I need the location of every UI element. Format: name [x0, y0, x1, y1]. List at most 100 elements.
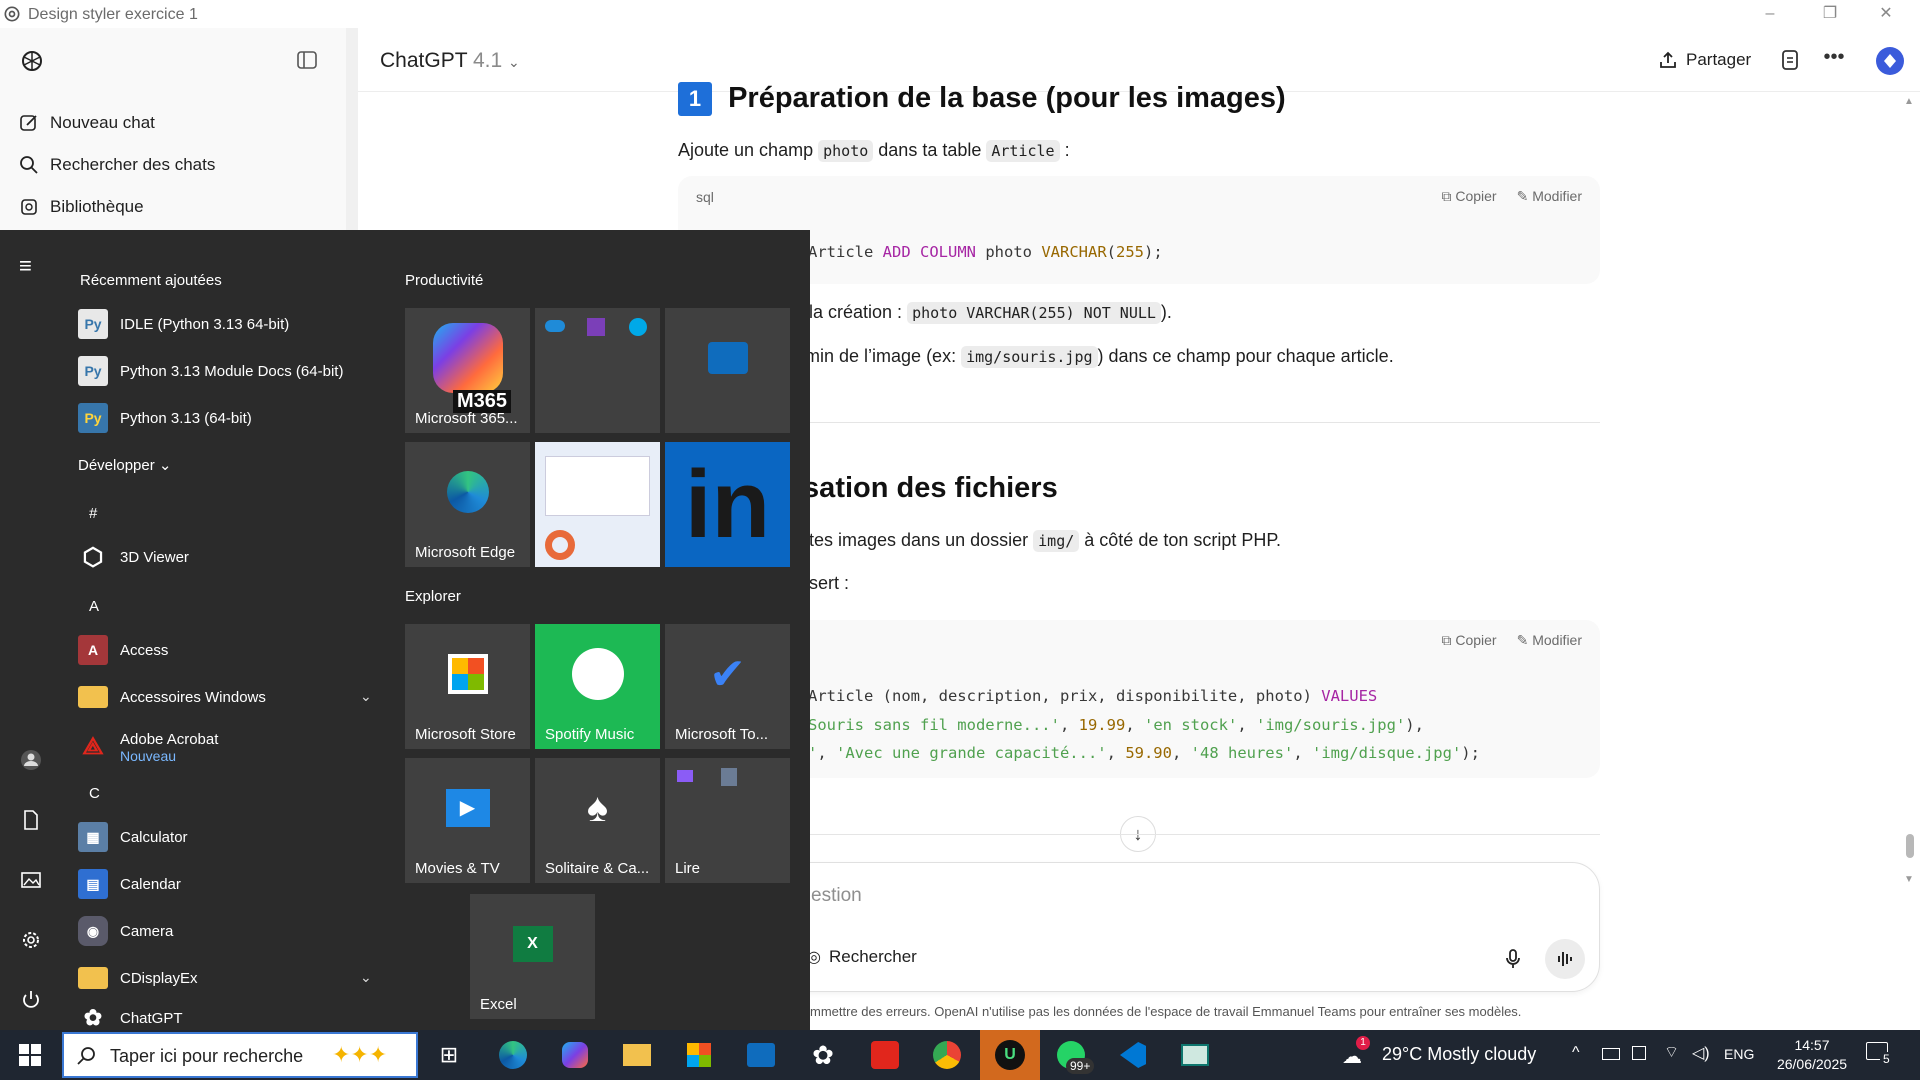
weather-text[interactable]: 29°C Mostly cloudy [1382, 1044, 1536, 1065]
chatgpt-taskbar-icon[interactable]: ✿ [806, 1038, 840, 1072]
vscode-taskbar-icon[interactable] [1116, 1038, 1150, 1072]
chevron-down-icon[interactable]: ⌄ [360, 969, 372, 986]
settings-gear-icon[interactable] [19, 928, 43, 952]
pictures-icon[interactable] [19, 868, 43, 892]
minimize-button[interactable]: – [1750, 2, 1790, 26]
sidebar-toggle-icon[interactable] [296, 50, 318, 70]
app-item-camera[interactable]: ◉ Camera [78, 911, 173, 951]
tile-solitaire[interactable]: ♠ Solitaire & Ca... [535, 758, 660, 883]
taskbar-search-box[interactable]: Taper ici pour recherche ✦✦✦ [62, 1032, 418, 1078]
app-item-3d-viewer[interactable]: ⬡ 3D Viewer [78, 537, 189, 577]
weather-cloud-icon[interactable]: ☁ [1342, 1044, 1362, 1069]
wifi-icon[interactable]: ⌔ [1664, 1042, 1679, 1062]
openai-logo-icon[interactable] [19, 48, 45, 74]
app-item-access[interactable]: A Access [78, 630, 168, 670]
scroll-down-arrow[interactable]: ▼ [1904, 874, 1914, 885]
tile-microsoft-store[interactable]: Microsoft Store [405, 624, 530, 749]
app-item-python-docs[interactable]: Py Python 3.13 Module Docs (64-bit) [78, 351, 343, 391]
battery-icon[interactable] [1602, 1048, 1620, 1060]
user-icon[interactable] [19, 748, 43, 772]
windows-start-button[interactable] [0, 1030, 60, 1080]
app-item-python[interactable]: Py Python 3.13 (64-bit) [78, 398, 252, 438]
microphone-icon[interactable] [1501, 947, 1525, 971]
outlook-taskbar-icon[interactable] [744, 1038, 778, 1072]
sidebar-scrollbar[interactable] [346, 28, 358, 232]
notification-center-icon[interactable]: 5 [1866, 1042, 1896, 1068]
sidebar-item-library[interactable]: Bibliothèque [18, 192, 144, 222]
scroll-up-arrow[interactable]: ▲ [1904, 96, 1914, 107]
intellij-taskbar-icon[interactable]: U [993, 1038, 1027, 1072]
chat-scrollbar[interactable]: ▲ ▼ [1898, 92, 1920, 1032]
tile-linkedin[interactable]: in [665, 442, 790, 567]
tile-microsoft-edge[interactable]: Microsoft Edge [405, 442, 530, 567]
app-item-calculator[interactable]: ▦ Calculator [78, 817, 188, 857]
tile-office-group[interactable] [535, 308, 660, 433]
tray-chevron-icon[interactable]: ^ [1572, 1044, 1580, 1062]
spotify-icon [535, 624, 660, 724]
sidebar-item-search[interactable]: Rechercher des chats [18, 150, 215, 180]
more-options-icon[interactable]: ••• [1822, 47, 1846, 72]
app-item-chatgpt[interactable]: ✿ ChatGPT [78, 1005, 183, 1031]
search-tool-button[interactable]: ◎ Rechercher [807, 947, 917, 967]
tile-lire[interactable]: Lire [665, 758, 790, 883]
document-icon[interactable] [19, 808, 43, 832]
letter-header[interactable]: # [89, 505, 97, 522]
code-number: 59.90 [1125, 744, 1172, 762]
chevron-down-icon[interactable]: ⌄ [360, 688, 372, 705]
develop-button[interactable]: Développer ⌄ [78, 456, 171, 474]
app-item-calendar[interactable]: ▤ Calendar [78, 864, 181, 904]
model-selector[interactable]: ChatGPT 4.1 ⌄ [380, 49, 520, 73]
tile-excel[interactable]: X Excel [470, 894, 595, 1019]
tile-dashboard-preview[interactable] [535, 442, 660, 567]
hamburger-icon[interactable]: ≡ [19, 255, 43, 280]
avatar[interactable] [1876, 47, 1904, 75]
tile-outlook[interactable] [665, 308, 790, 433]
notes-icon[interactable] [1778, 48, 1802, 72]
start-menu: ≡ Récemment ajoutées Py IDLE (Python 3.1… [0, 230, 810, 1030]
chrome-taskbar-icon[interactable] [930, 1038, 964, 1072]
scroll-thumb[interactable] [1906, 834, 1914, 858]
folder-icon [78, 967, 108, 989]
task-view-icon[interactable]: ⊞ [432, 1038, 466, 1072]
close-button[interactable]: ✕ [1866, 2, 1906, 26]
copilot-taskbar-icon[interactable] [558, 1038, 592, 1072]
acrobat-icon: ⟁ [82, 733, 104, 760]
window-title: Design styler exercice 1 [28, 6, 198, 23]
tile-microsoft-todo[interactable]: ✔ Microsoft To... [665, 624, 790, 749]
language-indicator[interactable]: ENG [1724, 1046, 1754, 1062]
app-item-acrobat[interactable]: ⟁ Adobe Acrobat Nouveau [78, 723, 218, 771]
edit-label: Modifier [1532, 188, 1582, 204]
clock[interactable]: 14:57 26/06/2025 [1772, 1036, 1852, 1074]
letter-header[interactable]: A [89, 598, 99, 615]
tile-movies-tv[interactable]: ▶ Movies & TV [405, 758, 530, 883]
app-label: Calendar [120, 875, 181, 893]
letter-header[interactable]: C [89, 785, 100, 802]
code-keyword: ADD [882, 243, 911, 261]
sidebar-item-new-chat[interactable]: Nouveau chat [18, 108, 155, 138]
copy-button[interactable]: ⧉ Copier [1441, 188, 1496, 205]
tile-microsoft-365[interactable]: M365 Microsoft 365... [405, 308, 530, 433]
chevron-down-icon: ⌄ [508, 54, 520, 70]
app-item-cdisplayex[interactable]: CDisplayEx [78, 958, 198, 998]
volume-icon[interactable]: ◁) [1692, 1043, 1710, 1063]
app-window-taskbar-icon[interactable] [1178, 1038, 1212, 1072]
meet-icon[interactable] [1632, 1046, 1646, 1060]
restore-button[interactable]: ❐ [1810, 2, 1850, 26]
app-item-idle[interactable]: Py IDLE (Python 3.13 64-bit) [78, 304, 289, 344]
share-button[interactable]: Partager [1658, 46, 1751, 74]
power-icon[interactable] [19, 988, 43, 1012]
code-number: 255 [1116, 243, 1144, 261]
file-explorer-icon[interactable] [620, 1038, 654, 1072]
edge-taskbar-icon[interactable] [496, 1038, 530, 1072]
app-label: IDLE (Python 3.13 64-bit) [120, 315, 290, 333]
app-item-accessoires[interactable]: Accessoires Windows [78, 677, 266, 717]
edit-button[interactable]: ✎ Modifier [1517, 188, 1582, 205]
copy-button[interactable]: ⧉ Copier [1441, 632, 1496, 649]
message-composer[interactable]: estion ◎ Rechercher [710, 862, 1600, 992]
store-taskbar-icon[interactable] [682, 1038, 716, 1072]
voice-mode-button[interactable] [1545, 939, 1585, 979]
code-number: 19.99 [1078, 716, 1126, 734]
edit-button[interactable]: ✎ Modifier [1517, 632, 1582, 649]
tile-spotify[interactable]: Spotify Music [535, 624, 660, 749]
acrobat-taskbar-icon[interactable] [868, 1038, 902, 1072]
